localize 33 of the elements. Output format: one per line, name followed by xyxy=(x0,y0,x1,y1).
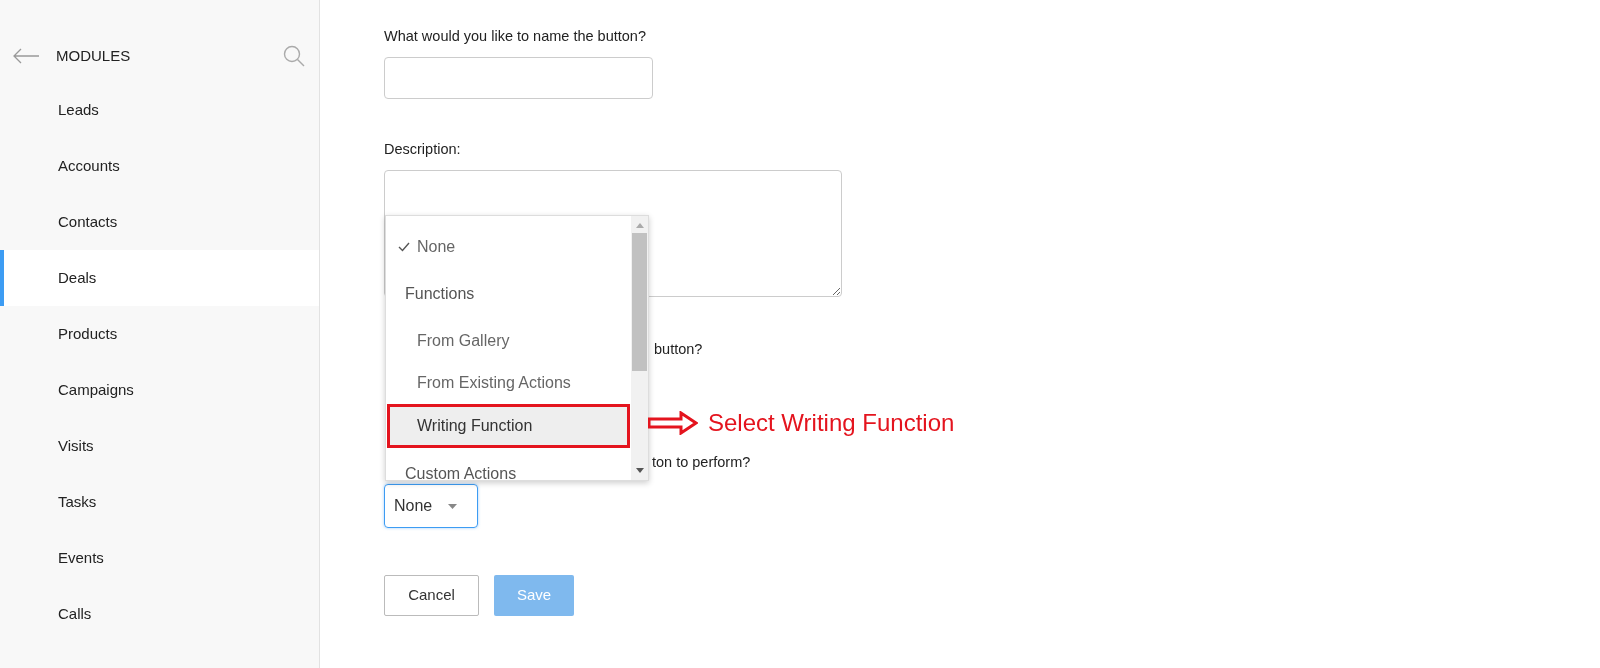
sidebar-item[interactable]: Products xyxy=(0,306,319,362)
sidebar-item[interactable]: Leads xyxy=(0,82,319,138)
checkmark-icon xyxy=(398,242,410,252)
dropdown-option[interactable]: None xyxy=(386,226,631,268)
search-icon[interactable] xyxy=(283,45,305,67)
sidebar-title: MODULES xyxy=(56,45,132,66)
scrollbar[interactable] xyxy=(631,216,648,480)
sidebar-item[interactable]: Deals xyxy=(0,250,319,306)
dropdown-option[interactable]: From Existing Actions xyxy=(386,362,631,404)
sidebar-item[interactable]: Visits xyxy=(0,418,319,474)
action-button[interactable]: Cancel xyxy=(384,575,479,616)
sidebar-item[interactable]: Tasks xyxy=(0,474,319,530)
option-group-label: Custom Actions xyxy=(405,464,517,480)
annotation-arrow-icon xyxy=(648,411,698,435)
sidebar-item[interactable]: Campaigns xyxy=(0,362,319,418)
dropdown-option[interactable]: From Gallery xyxy=(386,320,631,362)
field-label: button? xyxy=(654,339,704,359)
dropdown-option[interactable]: Writing Function xyxy=(387,404,630,448)
field-label: What would you like to name the button? xyxy=(384,27,647,46)
sidebar-item[interactable]: Events xyxy=(0,530,319,586)
option-group-label: Functions xyxy=(405,284,475,304)
scroll-up-icon[interactable] xyxy=(635,223,644,228)
back-arrow-icon[interactable] xyxy=(12,48,40,64)
scroll-down-icon[interactable] xyxy=(635,468,644,473)
field-label: ton to perform? xyxy=(652,453,752,473)
sidebar-item[interactable]: Contacts xyxy=(0,194,319,250)
annotation-text: Select Writing Function xyxy=(708,408,955,438)
sidebar-item[interactable]: Accounts xyxy=(0,138,319,194)
caret-icon xyxy=(448,503,458,509)
sidebar-item[interactable]: Calls xyxy=(0,586,319,642)
field-label: Description: xyxy=(384,139,462,159)
action-select[interactable]: None xyxy=(384,484,478,528)
button-name-field[interactable] xyxy=(384,56,653,99)
